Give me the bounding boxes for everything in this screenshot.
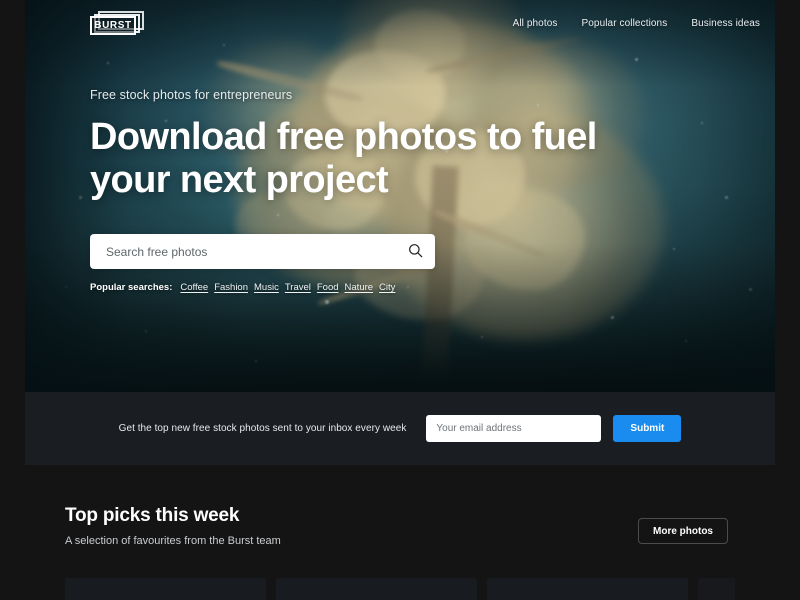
logo-wordmark: BURST (94, 20, 132, 31)
nav-item-all-photos[interactable]: All photos (513, 18, 558, 29)
top-navigation: BURST All photos Popular collections Bus… (50, 0, 775, 46)
page-root: BURST All photos Popular collections Bus… (0, 0, 800, 600)
popular-tag-fashion[interactable]: Fashion (214, 282, 248, 293)
newsletter-bar: Get the top new free stock photos sent t… (25, 392, 775, 465)
search-submit-button[interactable] (395, 234, 435, 269)
hero-section: BURST All photos Popular collections Bus… (25, 0, 775, 392)
burst-logo[interactable]: BURST (90, 11, 146, 35)
top-picks-title: Top picks this week (65, 505, 240, 526)
nav-item-business-ideas[interactable]: Business ideas (691, 18, 760, 29)
hero-eyebrow: Free stock photos for entrepreneurs (90, 88, 293, 102)
hero-content: Free stock photos for entrepreneurs Down… (90, 88, 690, 203)
top-picks-header: Top picks this week A selection of favou… (0, 465, 800, 547)
photo-card[interactable] (487, 578, 689, 600)
hero-headline: Download free photos to fuel your next p… (90, 116, 597, 202)
popular-tag-nature[interactable]: Nature (345, 282, 374, 293)
popular-tag-city[interactable]: City (379, 282, 395, 293)
photo-grid (65, 578, 735, 600)
popular-tag-food[interactable]: Food (317, 282, 339, 293)
popular-tag-music[interactable]: Music (254, 282, 279, 293)
popular-searches-label: Popular searches: (90, 282, 173, 293)
popular-searches: Popular searches: Coffee Fashion Music T… (90, 282, 395, 293)
newsletter-submit-button[interactable]: Submit (613, 415, 682, 442)
photo-card[interactable] (276, 578, 478, 600)
top-picks-section: Top picks this week A selection of favou… (0, 465, 800, 600)
nav-item-popular-collections[interactable]: Popular collections (581, 18, 667, 29)
popular-tag-coffee[interactable]: Coffee (180, 282, 208, 293)
newsletter-text: Get the top new free stock photos sent t… (118, 423, 407, 434)
top-picks-subtitle: A selection of favourites from the Burst… (65, 535, 281, 547)
email-field[interactable] (426, 415, 602, 442)
popular-tag-travel[interactable]: Travel (285, 282, 311, 293)
search-icon (408, 243, 423, 261)
nav-links: All photos Popular collections Business … (513, 18, 760, 29)
more-photos-button[interactable]: More photos (638, 518, 728, 544)
search-bar[interactable] (90, 234, 435, 269)
search-input[interactable] (90, 244, 395, 259)
photo-card-partial[interactable] (698, 578, 735, 600)
photo-card[interactable] (65, 578, 267, 600)
top-picks-text: Top picks this week A selection of favou… (65, 505, 281, 547)
